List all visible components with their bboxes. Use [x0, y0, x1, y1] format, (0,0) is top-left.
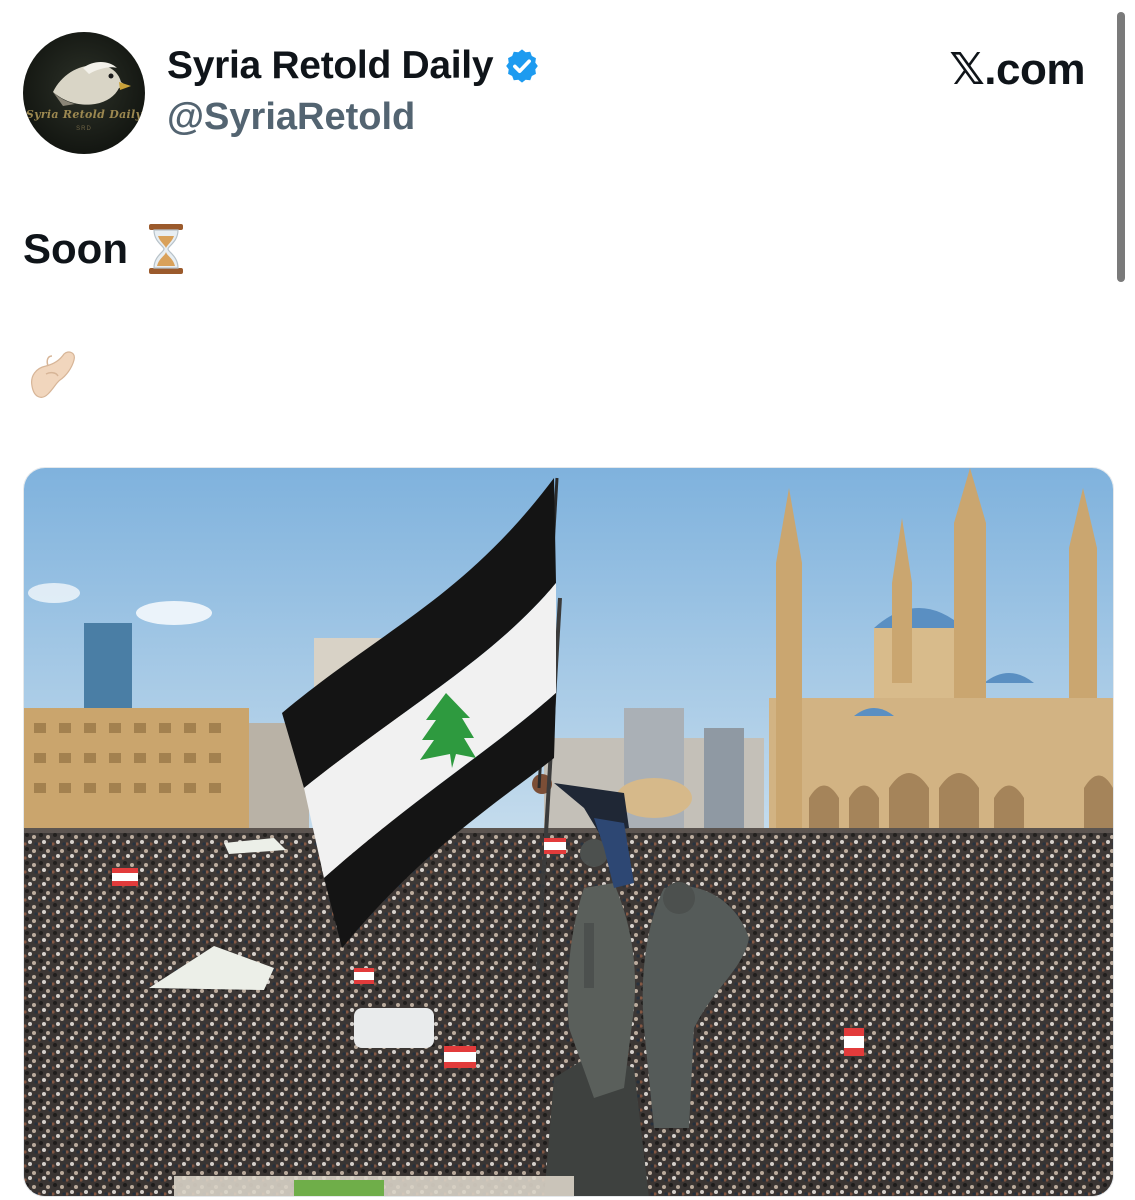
- eagle-icon: [53, 62, 131, 106]
- display-name[interactable]: Syria Retold Daily: [167, 44, 494, 88]
- hourglass-icon: [148, 224, 183, 274]
- verified-badge-icon: [506, 49, 539, 83]
- pinching-hand-icon: [31, 351, 75, 398]
- scrollbar[interactable]: [1117, 12, 1125, 282]
- user-handle[interactable]: @SyriaRetold: [167, 96, 415, 139]
- tweet-text: Soon: [23, 225, 128, 272]
- tweet-media-image[interactable]: [23, 467, 1114, 1197]
- avatar-logo-text: Syria Retold Daily: [25, 108, 143, 121]
- display-name-row[interactable]: Syria Retold Daily: [167, 44, 541, 88]
- x-logo-site-label[interactable]: 𝕏.com: [949, 44, 1085, 95]
- protest-photo: [24, 468, 1113, 1196]
- tweet-screenshot: Syria Retold Daily SRD Syria Retold Dail…: [0, 0, 1135, 1200]
- avatar[interactable]: Syria Retold Daily SRD: [23, 32, 145, 154]
- avatar-sub-text: SRD: [76, 126, 92, 132]
- tweet-text-row: Soon: [23, 222, 186, 276]
